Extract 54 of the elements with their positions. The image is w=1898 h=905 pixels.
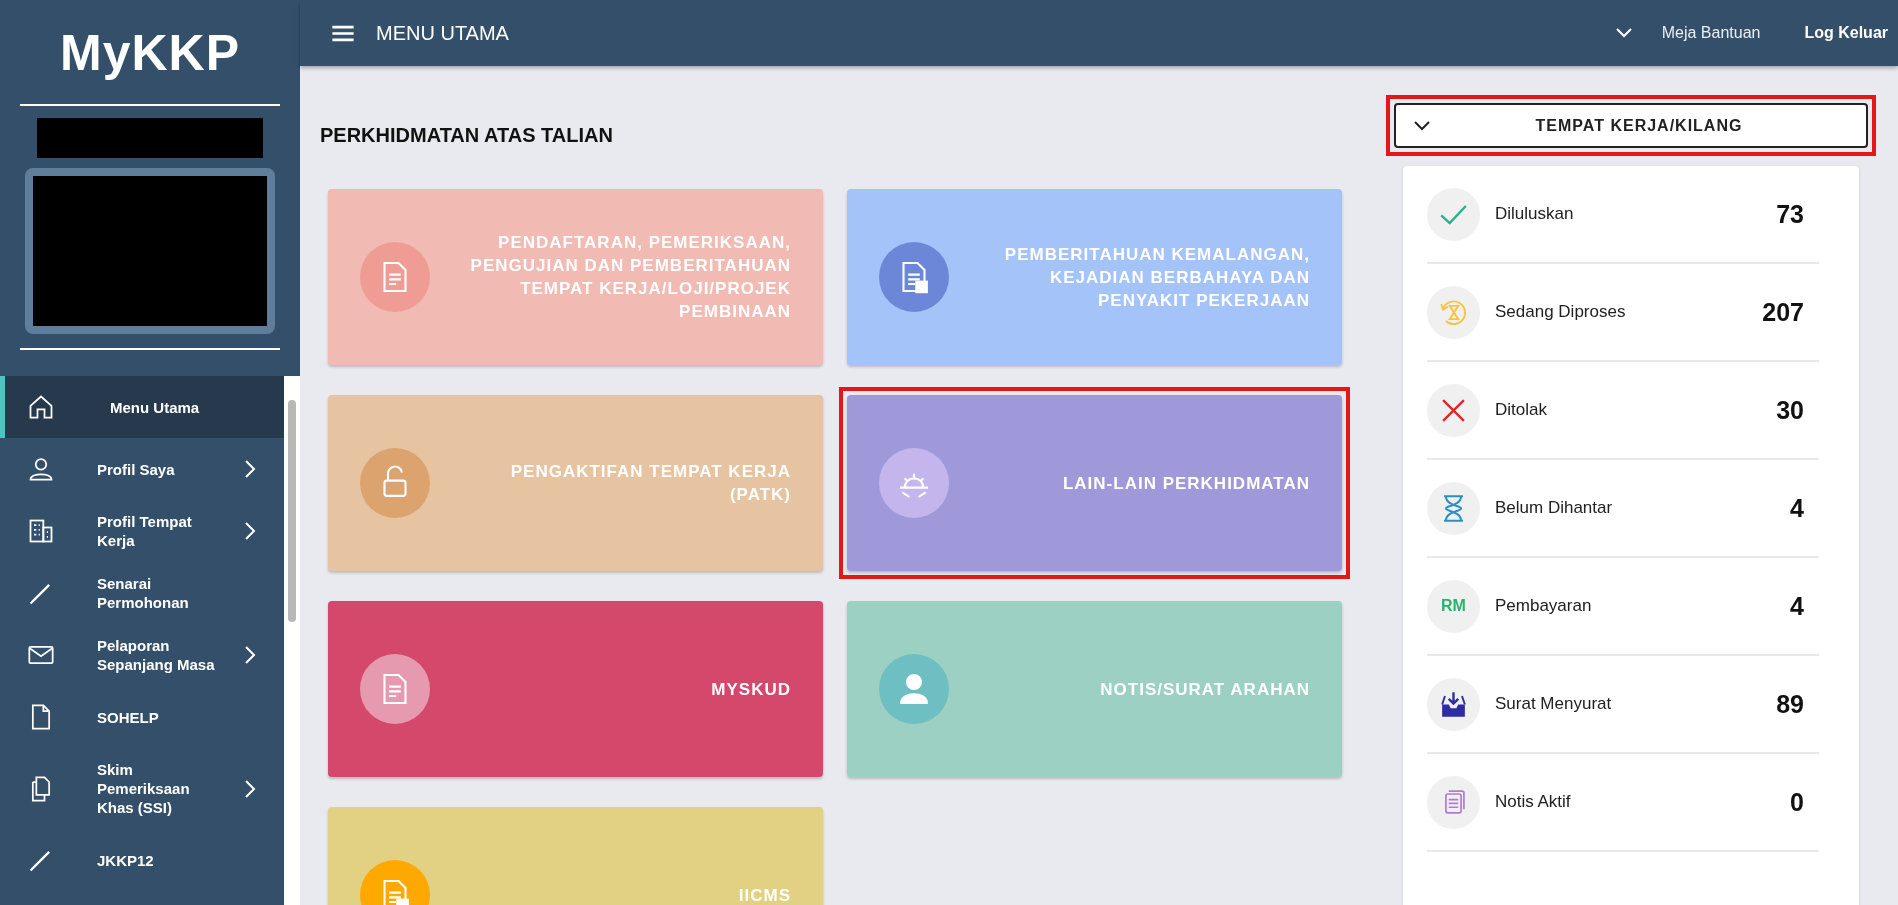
app-logo: MyKKP xyxy=(59,24,241,83)
stat-label: Belum Dihantar xyxy=(1495,498,1614,518)
menu-item[interactable]: Skim Pemeriksaan Khas (SSI) xyxy=(0,748,284,829)
card-title: IICMS xyxy=(737,884,791,905)
stat-count: 207 xyxy=(1762,297,1804,327)
menu-item[interactable]: Pelaporan Sepanjang Masa xyxy=(0,624,284,686)
stat-label: Surat Menyurat xyxy=(1495,694,1613,714)
building-icon xyxy=(27,517,55,545)
chevron-down-icon xyxy=(1414,120,1430,131)
menu-item[interactable]: Profil Saya xyxy=(0,438,284,500)
document-icon xyxy=(360,242,430,312)
check-icon xyxy=(1427,187,1480,241)
nav-link[interactable]: Meja Bantuan xyxy=(1661,24,1761,42)
menu-item[interactable]: Menu Utama xyxy=(0,376,284,438)
chevron-down-icon[interactable] xyxy=(1615,28,1632,38)
workplace-dropdown[interactable]: TEMPAT KERJA/KILANG xyxy=(1394,103,1868,148)
inbox-icon xyxy=(1427,677,1480,731)
home-icon xyxy=(27,393,55,421)
stat-count: 73 xyxy=(1776,199,1804,229)
card-title: PENDAFTARAN, PEMERIKSAAN, PENGUJIAN DAN PEMBERITAHUAN TEMPAT KERJA/LOJI/PROJEK PEMBINAAN xyxy=(470,232,791,323)
menu-item[interactable]: Senarai Permohonan xyxy=(0,562,284,624)
card-title: LAIN-LAIN PERKHIDMATAN xyxy=(1061,472,1310,495)
stat-label: Diluluskan xyxy=(1495,204,1575,224)
unlock-icon xyxy=(360,448,430,518)
section-heading: PERKHIDMATAN ATAS TALIAN xyxy=(320,124,614,147)
cross-icon xyxy=(1427,383,1480,437)
card-title: MYSKUD xyxy=(710,678,791,701)
menu-item[interactable]: Profil Tempat Kerja xyxy=(0,500,284,562)
menu-item[interactable]: JKKP12 xyxy=(0,829,284,891)
service-card[interactable]: MYSKUD xyxy=(328,601,823,777)
stat-count: 0 xyxy=(1790,787,1804,817)
card-title: PEMBERITAHUAN KEMALANGAN, KEJADIAN BERBAHAYA DAN PENYAKIT PEKERJAAN xyxy=(1003,243,1310,312)
currency-icon: RM xyxy=(1427,579,1480,633)
report-icon xyxy=(879,242,949,312)
card-title: NOTIS/SURAT ARAHAN xyxy=(1099,678,1310,701)
stat-label: Notis Aktif xyxy=(1495,792,1572,812)
stat-count: 4 xyxy=(1790,591,1804,621)
page-title: MENU UTAMA xyxy=(376,21,509,45)
nav-link[interactable]: Log Keluar xyxy=(1804,24,1888,42)
menu-item[interactable]: SOHELP xyxy=(0,686,284,748)
documents-icon xyxy=(1427,775,1480,829)
refresh-timer-icon xyxy=(1427,285,1480,339)
stat-count: 89 xyxy=(1776,689,1804,719)
user-icon xyxy=(27,455,55,483)
user-icon xyxy=(879,654,949,724)
card-title: PENGAKTIFAN TEMPAT KERJA (PATK) xyxy=(509,461,791,506)
scrollbar[interactable] xyxy=(284,376,300,905)
hourglass-icon xyxy=(1427,481,1480,535)
menu-icon[interactable] xyxy=(332,24,354,42)
stat-label: Ditolak xyxy=(1495,400,1548,420)
stat-count: 4 xyxy=(1790,493,1804,523)
stat-label: Pembayaran xyxy=(1495,596,1593,616)
stat-count: 30 xyxy=(1776,395,1804,425)
stat-label: Sedang Diproses xyxy=(1495,302,1627,322)
